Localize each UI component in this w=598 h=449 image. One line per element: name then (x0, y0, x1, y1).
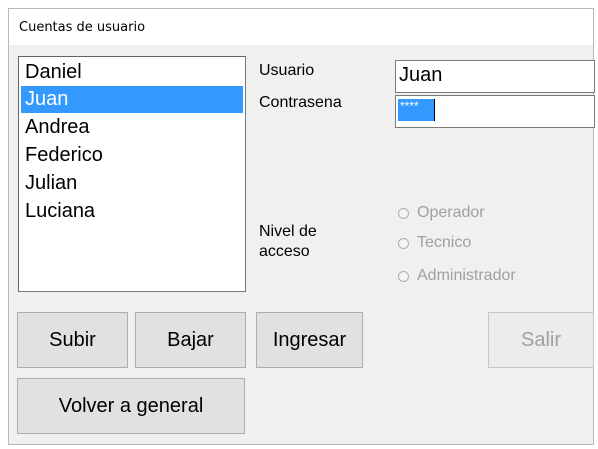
contrasena-label: Contrasena (259, 94, 342, 111)
user-list-item-andrea[interactable]: Andrea (21, 114, 243, 141)
radio-operador-label: Operador (417, 204, 485, 221)
radio-tecnico-label: Tecnico (417, 234, 472, 251)
radio-tecnico[interactable]: Tecnico (398, 232, 471, 254)
user-list-item-daniel[interactable]: Daniel (21, 59, 243, 86)
nivel-acceso-label-line1: Nivel de (259, 223, 317, 240)
users-listbox[interactable]: Daniel Juan Andrea Federico Julian Lucia… (18, 56, 246, 292)
radio-circle-icon (398, 207, 409, 219)
subir-button[interactable]: Subir (17, 312, 128, 368)
bajar-button[interactable]: Bajar (135, 312, 246, 368)
radio-administrador-label: Administrador (417, 267, 516, 284)
contrasena-input[interactable]: **** (395, 95, 595, 128)
radio-circle-icon (398, 237, 409, 249)
user-list-item-federico[interactable]: Federico (21, 142, 243, 169)
radio-circle-icon (398, 270, 409, 282)
ingresar-button[interactable]: Ingresar (256, 312, 363, 368)
user-list-item-juan[interactable]: Juan (21, 86, 243, 113)
contrasena-input-value: **** (398, 99, 434, 121)
salir-button[interactable]: Salir (488, 312, 594, 368)
radio-operador[interactable]: Operador (398, 202, 485, 224)
usuario-input-value: Juan (399, 64, 443, 86)
usuario-input[interactable]: Juan (395, 60, 595, 93)
window-title: Cuentas de usuario (19, 20, 146, 35)
usuario-label: Usuario (259, 62, 315, 79)
radio-administrador[interactable]: Administrador (398, 265, 516, 287)
user-accounts-window: Cuentas de usuario Daniel Juan Andrea Fe… (8, 8, 595, 445)
user-list-item-julian[interactable]: Julian (21, 170, 243, 197)
nivel-acceso-label-line2: acceso (259, 243, 310, 260)
user-list-item-luciana[interactable]: Luciana (21, 198, 243, 225)
text-caret (434, 99, 435, 121)
volver-a-general-button[interactable]: Volver a general (17, 378, 245, 434)
title-bar: Cuentas de usuario (9, 9, 593, 45)
